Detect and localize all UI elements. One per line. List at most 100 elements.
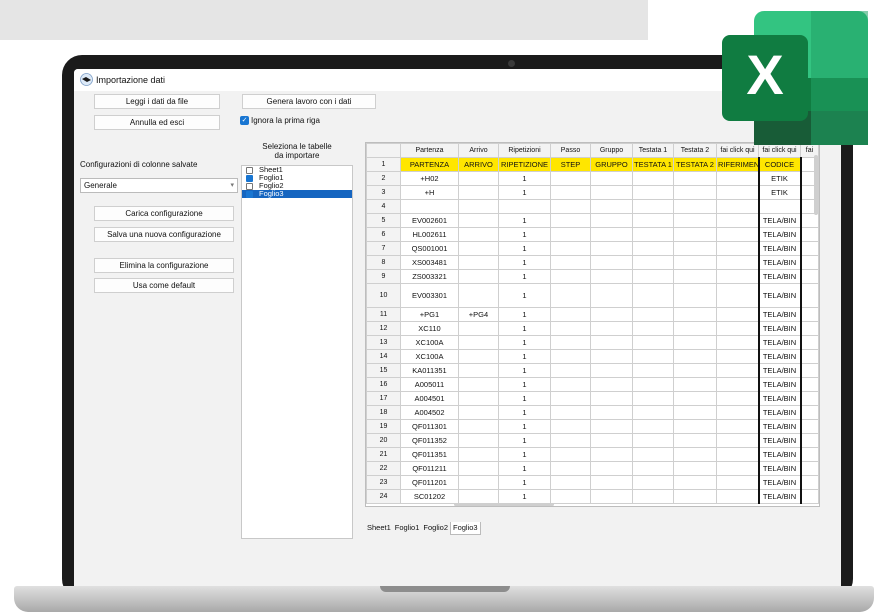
table-cell[interactable] xyxy=(632,391,674,406)
table-cell[interactable] xyxy=(716,199,759,214)
table-cell[interactable] xyxy=(673,447,717,462)
table-cell[interactable] xyxy=(673,461,717,476)
table-cell[interactable] xyxy=(716,391,759,406)
data-grid[interactable]: Partenza Arrivo Ripetizioni Passo Gruppo Test… xyxy=(365,142,820,507)
table-cell[interactable]: 1 xyxy=(498,321,551,336)
sheet-tab[interactable]: Foglio1 xyxy=(393,522,422,534)
table-cell[interactable]: XS003481 xyxy=(400,255,459,270)
table-cell[interactable]: TELA/BIN xyxy=(757,433,802,448)
table-cell[interactable]: 1 xyxy=(498,475,551,490)
table-cell[interactable] xyxy=(800,283,819,308)
table-cell[interactable]: TELA/BIN xyxy=(757,419,802,434)
table-cell[interactable] xyxy=(550,171,591,186)
table-cell[interactable] xyxy=(673,321,717,336)
table-cell[interactable] xyxy=(632,185,674,200)
table-cell[interactable]: 1 xyxy=(498,307,551,322)
table-cell[interactable] xyxy=(458,241,499,256)
table-cell[interactable] xyxy=(673,199,717,214)
table-cell[interactable]: +PG1 xyxy=(400,307,459,322)
sheet-checkbox[interactable] xyxy=(246,183,253,190)
table-cell[interactable]: 1 xyxy=(498,227,551,242)
table-cell[interactable] xyxy=(550,363,591,378)
table-cell[interactable] xyxy=(673,377,717,392)
table-cell[interactable] xyxy=(800,321,819,336)
table-cell[interactable]: QF011301 xyxy=(400,419,459,434)
table-cell[interactable] xyxy=(550,391,591,406)
table-cell[interactable] xyxy=(716,335,759,350)
column-header[interactable] xyxy=(366,143,401,158)
table-cell[interactable] xyxy=(716,475,759,490)
table-cell[interactable] xyxy=(590,405,633,420)
table-cell[interactable] xyxy=(458,377,499,392)
table-cell[interactable]: TELA/BIN xyxy=(757,447,802,462)
use-default-button[interactable]: Usa come default xyxy=(94,278,234,293)
table-cell[interactable] xyxy=(550,489,591,504)
table-cell[interactable] xyxy=(716,185,759,200)
table-cell[interactable]: XC100A xyxy=(400,349,459,364)
table-cell[interactable]: TELA/BIN xyxy=(757,321,802,336)
table-cell[interactable] xyxy=(498,199,551,214)
table-cell[interactable] xyxy=(716,363,759,378)
table-cell[interactable]: PARTENZA xyxy=(400,157,459,172)
cancel-exit-button[interactable]: Annulla ed esci xyxy=(94,115,220,130)
table-cell[interactable]: ETIK xyxy=(757,171,802,186)
table-cell[interactable]: 1 xyxy=(498,461,551,476)
table-cell[interactable]: A005011 xyxy=(400,377,459,392)
table-cell[interactable] xyxy=(458,433,499,448)
table-cell[interactable] xyxy=(550,241,591,256)
table-cell[interactable]: 1 xyxy=(498,489,551,504)
table-cell[interactable]: TELA/BIN xyxy=(757,213,802,228)
table-cell[interactable] xyxy=(590,171,633,186)
table-cell[interactable] xyxy=(800,489,819,504)
table-cell[interactable]: QF011351 xyxy=(400,447,459,462)
sheet-tab[interactable]: Foglio2 xyxy=(421,522,450,534)
table-cell[interactable]: RIPETIZIONE xyxy=(498,157,551,172)
table-cell[interactable]: 1 xyxy=(498,363,551,378)
table-cell[interactable] xyxy=(716,489,759,504)
table-cell[interactable] xyxy=(590,227,633,242)
delete-config-button[interactable]: Elimina la configurazione xyxy=(94,258,234,273)
table-cell[interactable] xyxy=(458,199,499,214)
table-cell[interactable]: TELA/BIN xyxy=(757,227,802,242)
table-cell[interactable] xyxy=(673,171,717,186)
table-cell[interactable] xyxy=(590,391,633,406)
table-cell[interactable]: ZS003321 xyxy=(400,269,459,284)
table-cell[interactable] xyxy=(458,213,499,228)
table-cell[interactable]: TELA/BIN xyxy=(757,475,802,490)
table-cell[interactable]: RIFERIMENT xyxy=(716,157,759,172)
table-cell[interactable]: TELA/BIN xyxy=(757,241,802,256)
table-cell[interactable]: 1 xyxy=(498,255,551,270)
table-cell[interactable] xyxy=(550,419,591,434)
table-cell[interactable] xyxy=(400,199,459,214)
table-cell[interactable]: XC100A xyxy=(400,335,459,350)
table-cell[interactable] xyxy=(632,363,674,378)
sheet-tab[interactable]: Sheet1 xyxy=(365,522,393,534)
table-cell[interactable] xyxy=(673,391,717,406)
table-cell[interactable] xyxy=(673,241,717,256)
table-cell[interactable] xyxy=(458,321,499,336)
table-cell[interactable] xyxy=(632,475,674,490)
table-cell[interactable] xyxy=(800,419,819,434)
table-cell[interactable] xyxy=(550,461,591,476)
table-cell[interactable]: KA011351 xyxy=(400,363,459,378)
table-cell[interactable] xyxy=(716,307,759,322)
table-cell[interactable] xyxy=(673,269,717,284)
table-cell[interactable]: TELA/BIN xyxy=(757,269,802,284)
table-cell[interactable] xyxy=(590,419,633,434)
table-cell[interactable] xyxy=(800,391,819,406)
table-cell[interactable] xyxy=(800,461,819,476)
table-cell[interactable] xyxy=(590,321,633,336)
table-cell[interactable] xyxy=(716,419,759,434)
table-cell[interactable] xyxy=(458,283,499,308)
table-cell[interactable] xyxy=(673,349,717,364)
table-cell[interactable] xyxy=(632,377,674,392)
table-cell[interactable] xyxy=(632,307,674,322)
save-config-button[interactable]: Salva una nuova configurazione xyxy=(94,227,234,242)
table-cell[interactable] xyxy=(800,241,819,256)
table-cell[interactable] xyxy=(632,489,674,504)
table-cell[interactable] xyxy=(800,447,819,462)
table-cell[interactable] xyxy=(800,349,819,364)
table-cell[interactable] xyxy=(550,307,591,322)
table-cell[interactable] xyxy=(590,363,633,378)
table-cell[interactable] xyxy=(550,447,591,462)
